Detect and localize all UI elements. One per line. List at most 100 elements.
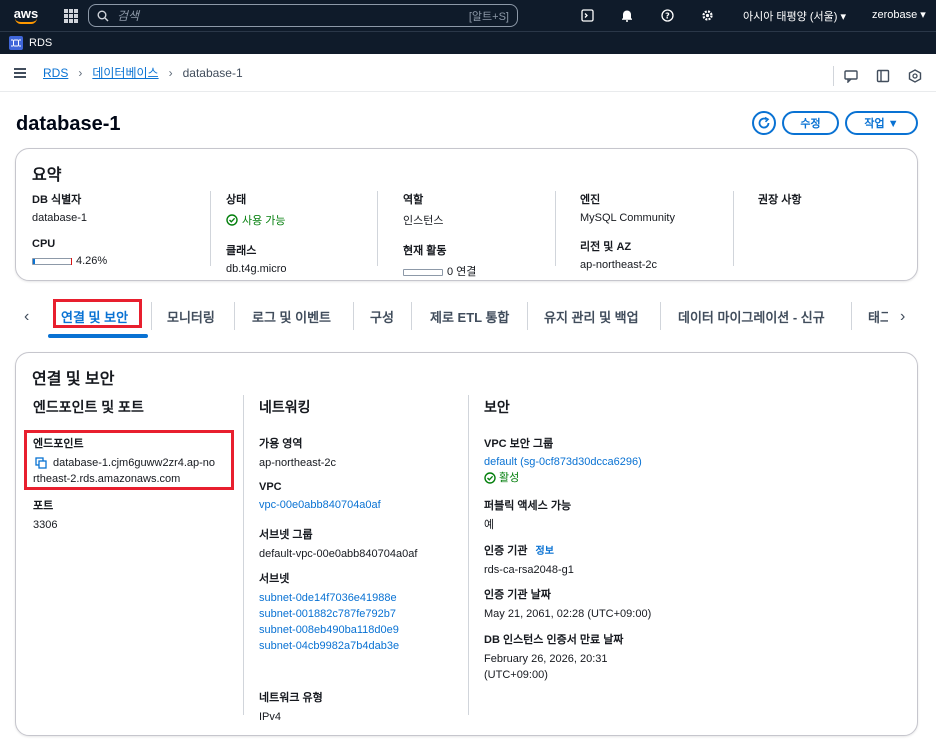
menu-icon[interactable] (14, 67, 26, 78)
top-navigation: aws 검색 [알트+S] ? 아시아 태평양 (서울) ▾ zerobase … (0, 0, 936, 31)
cert-expiry-line-2: (UTC+09:00) (484, 669, 548, 681)
summary-col-3: 역할 인스턴스 현재 활동 0 연결 (403, 191, 476, 279)
gear-icon[interactable] (700, 9, 714, 23)
divider (243, 395, 244, 715)
subnet-link[interactable]: subnet-008eb490ba118d0e9 (259, 622, 399, 638)
page-title: database-1 (16, 113, 121, 135)
search-shortcut: [알트+S] (468, 10, 509, 23)
port-label: 포트 (33, 500, 54, 512)
service-bar: RDS (0, 31, 936, 54)
check-circle-icon (226, 214, 238, 226)
subnet-group-label: 서브넷 그룹 (259, 529, 313, 541)
security-group-link[interactable]: default (sg-0cf873d30dcca6296) (484, 454, 642, 470)
aws-logo[interactable]: aws (4, 0, 48, 31)
tab-monitoring[interactable]: 모니터링 (167, 306, 215, 326)
role-value: 인스턴스 (403, 215, 444, 227)
chevron-right-icon[interactable]: › (900, 308, 905, 326)
summary-col-2: 상태 사용 가능 클래스 db.t4g.micro (226, 191, 287, 275)
cert-expiry-field: DB 인스턴스 인증서 만료 날짜 February 26, 2026, 20:… (484, 631, 623, 683)
edit-button[interactable]: 수정 (782, 111, 839, 135)
refresh-icon (758, 116, 770, 129)
settings-hex-icon[interactable] (908, 69, 922, 83)
breadcrumb-databases[interactable]: 데이터베이스 (92, 64, 158, 81)
breadcrumb-bar: RDS › 데이터베이스 › database-1 (0, 54, 936, 92)
chevron-right-icon: › (168, 65, 173, 80)
subnet-link[interactable]: subnet-04cb9982a7b4dab3e (259, 638, 399, 654)
summary-col-4: 엔진 MySQL Community 리전 및 AZ ap-northeast-… (580, 191, 675, 271)
cpu-metric: 4.26% (32, 255, 107, 267)
subnets-field: 서브넷 subnet-0de14f7036e41988e subnet-0018… (259, 570, 399, 654)
activity-progress-bar (403, 268, 443, 276)
status-value: 사용 가능 (226, 212, 287, 228)
divider (377, 191, 378, 266)
summary-col-5: 권장 사항 (758, 191, 802, 207)
search-placeholder: 검색 (117, 9, 140, 23)
ca-value: rds-ca-rsa2048-g1 (484, 564, 574, 576)
chevron-right-icon: › (78, 65, 83, 80)
actions-dropdown-button[interactable]: 작업 ▼ (845, 111, 918, 135)
search-icon (97, 10, 109, 21)
ca-date-value: May 21, 2061, 02:28 (UTC+09:00) (484, 608, 652, 620)
connectivity-card: 연결 및 보안 엔드포인트 및 포트 엔드포인트 database-1.cjm6… (15, 352, 918, 736)
class-label: 클래스 (226, 245, 257, 257)
summary-card: 요약 DB 식별자 database-1 CPU 4.26% 상태 사용 가능 … (15, 148, 918, 281)
highlight-box-endpoint (24, 430, 234, 490)
feedback-icon[interactable] (844, 69, 858, 83)
endpoint-section-title: 엔드포인트 및 포트 (33, 399, 144, 415)
check-circle-icon (484, 472, 496, 484)
cert-expiry-value: February 26, 2026, 20:31 (UTC+09:00) (484, 651, 623, 683)
recommendations-label: 권장 사항 (758, 194, 802, 206)
bell-icon[interactable] (620, 9, 634, 23)
service-label[interactable]: RDS (29, 37, 52, 49)
status-text: 사용 가능 (242, 215, 286, 227)
subnets-label: 서브넷 (259, 573, 290, 585)
page-header: database-1 수정 작업 ▼ (0, 92, 936, 150)
refresh-button[interactable] (752, 111, 776, 135)
panel-icon[interactable] (876, 69, 890, 83)
ca-label-row: 인증 기관 정보 (484, 542, 574, 558)
cloudshell-icon[interactable] (580, 9, 594, 23)
status-label: 상태 (226, 194, 247, 206)
subnet-link[interactable]: subnet-001882c787fe792b7 (259, 606, 399, 622)
tab-zero-etl[interactable]: 제로 ETL 통합 (430, 306, 509, 326)
chevron-left-icon[interactable]: ‹ (24, 308, 29, 326)
db-id-value: database-1 (32, 212, 88, 224)
highlight-box-tab (53, 299, 142, 328)
aws-logo-text: aws (13, 5, 39, 21)
region-selector[interactable]: 아시아 태평양 (서울) ▾ (743, 8, 846, 24)
sg-status-text: 활성 (499, 472, 520, 484)
breadcrumb: RDS › 데이터베이스 › database-1 (43, 64, 243, 81)
help-icon[interactable]: ? (660, 9, 674, 23)
search-input[interactable]: 검색 [알트+S] (88, 4, 518, 27)
tab-maintenance-backup[interactable]: 유지 관리 및 백업 (544, 306, 639, 326)
aws-smile-icon (15, 18, 37, 24)
account-menu[interactable]: zerobase ▾ (872, 8, 926, 21)
ca-date-label: 인증 기관 날짜 (484, 589, 551, 601)
active-tab-indicator (48, 334, 148, 338)
subnet-link[interactable]: subnet-0de14f7036e41988e (259, 590, 399, 606)
divider (733, 191, 734, 266)
tab-data-migration[interactable]: 데이터 마이그레이션 - 신규 (678, 306, 825, 326)
services-grid-icon[interactable] (64, 8, 78, 23)
region-az-value: ap-northeast-2c (580, 259, 658, 271)
activity-label: 현재 활동 (403, 245, 447, 257)
role-label: 역할 (403, 194, 424, 206)
activity-value: 0 연결 (447, 266, 477, 278)
svg-text:?: ? (665, 11, 670, 20)
summary-col-1: DB 식별자 database-1 CPU 4.26% (32, 191, 107, 267)
public-access-label: 퍼블릭 액세스 가능 (484, 500, 572, 512)
engine-value: MySQL Community (580, 212, 675, 224)
tab-logs-events[interactable]: 로그 및 이벤트 (252, 306, 331, 326)
class-value: db.t4g.micro (226, 263, 287, 275)
vpc-link[interactable]: vpc-00e0abb840704a0af (259, 497, 381, 513)
ca-info-link[interactable]: 정보 (536, 546, 554, 557)
ca-label: 인증 기관 (484, 545, 528, 557)
security-section-title: 보안 (484, 399, 510, 415)
tab-configuration[interactable]: 구성 (370, 306, 394, 326)
tab-tags[interactable]: 태그 (868, 306, 888, 326)
db-id-label: DB 식별자 (32, 194, 82, 206)
az-label: 가용 영역 (259, 438, 303, 450)
ca-date-field: 인증 기관 날짜 May 21, 2061, 02:28 (UTC+09:00) (484, 586, 651, 622)
subnet-group-field: 서브넷 그룹 default-vpc-00e0abb840704a0af (259, 526, 417, 562)
breadcrumb-rds[interactable]: RDS (43, 66, 68, 80)
